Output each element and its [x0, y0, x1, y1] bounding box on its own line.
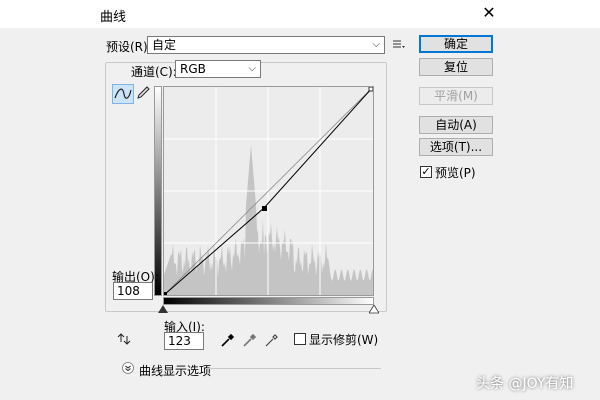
- curve-point-tool-icon[interactable]: [112, 84, 134, 104]
- reset-button[interactable]: 复位: [419, 58, 493, 76]
- curve-display-options-label[interactable]: 曲线显示选项: [139, 362, 211, 379]
- preset-label: 预设(R):: [106, 40, 152, 54]
- white-eyedropper-icon[interactable]: [264, 332, 280, 348]
- curve-control-point-white[interactable]: [368, 87, 373, 92]
- input-field[interactable]: 123: [164, 332, 204, 350]
- show-clipping-label: 显示修剪(W): [309, 333, 379, 347]
- ok-button[interactable]: 确定: [419, 35, 493, 53]
- channel-label: 通道(C):: [131, 65, 177, 79]
- output-field[interactable]: 108: [113, 282, 153, 300]
- options-separator: [206, 368, 381, 369]
- preset-value: 自定: [152, 38, 177, 52]
- curves-dialog: 曲线 ✕ 预设(R): 自定 ⌵ 确定 复位 平滑(M) 自动(A) 选项(T)…: [0, 0, 600, 400]
- window-title: 曲线: [100, 10, 127, 25]
- chevron-down-icon: ⌵: [372, 39, 380, 50]
- auto-button[interactable]: 自动(A): [419, 116, 493, 134]
- watermark-text: 头条 @JOY有知: [476, 376, 574, 392]
- close-icon[interactable]: ✕: [478, 2, 500, 24]
- show-clipping-checkbox[interactable]: [294, 333, 306, 345]
- curve-graph-canvas[interactable]: [164, 87, 373, 295]
- channel-value: RGB: [180, 62, 206, 76]
- output-gradient-bar: [154, 86, 162, 296]
- expand-options-icon[interactable]: [122, 362, 134, 374]
- pencil-icon[interactable]: [135, 85, 151, 101]
- preview-label: 预览(P): [435, 166, 476, 180]
- on-image-adjust-icon[interactable]: [115, 330, 133, 348]
- input-gradient-bar: [163, 297, 374, 305]
- black-eyedropper-icon[interactable]: [220, 332, 236, 348]
- preset-select[interactable]: 自定 ⌵: [147, 36, 385, 54]
- curve-graph[interactable]: [163, 86, 374, 296]
- smooth-button[interactable]: 平滑(M): [419, 87, 493, 105]
- curve-control-point-black[interactable]: [164, 292, 167, 295]
- title-bar: 曲线 ✕: [0, 0, 600, 28]
- curve-control-point-selected[interactable]: [262, 206, 267, 211]
- preview-checkbox[interactable]: ✓: [420, 166, 432, 178]
- options-button[interactable]: 选项(T)...: [419, 138, 493, 156]
- preset-options-icon[interactable]: [392, 37, 406, 51]
- chevron-down-icon: ⌵: [248, 63, 256, 74]
- gray-eyedropper-icon[interactable]: [242, 332, 258, 348]
- channel-select[interactable]: RGB ⌵: [175, 60, 261, 78]
- white-point-slider-icon[interactable]: [369, 305, 379, 314]
- black-point-slider-icon[interactable]: [158, 305, 168, 314]
